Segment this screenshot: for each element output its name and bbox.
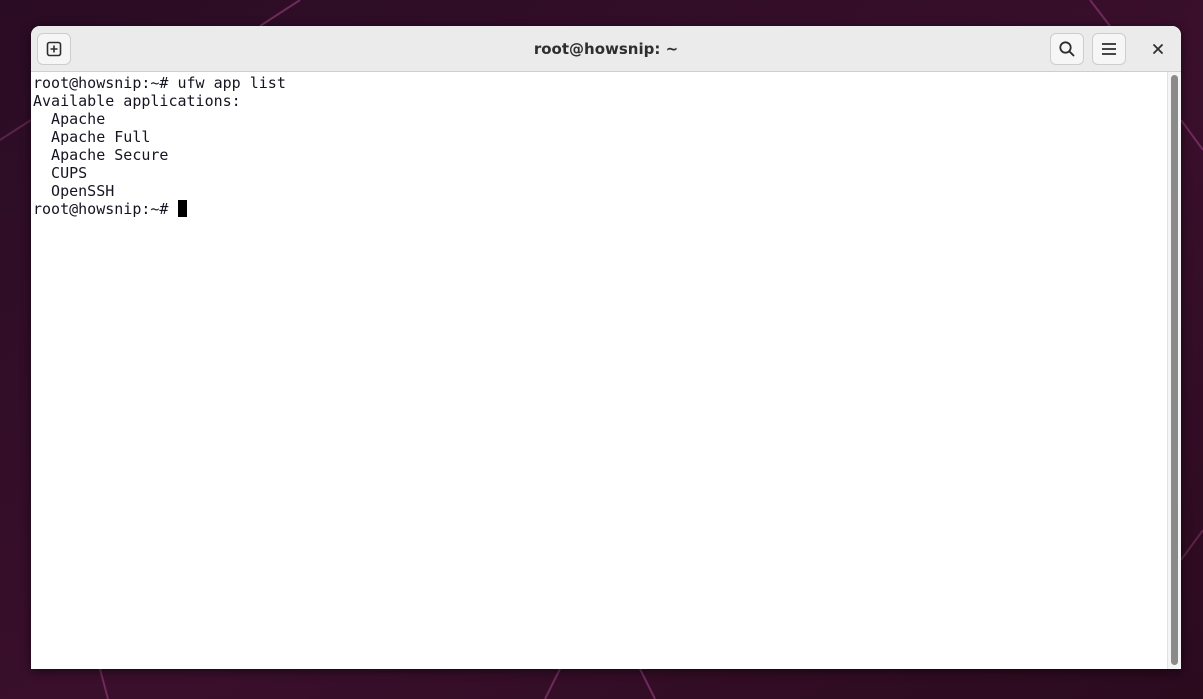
terminal-line: Apache: [33, 110, 106, 128]
scrollbar-thumb[interactable]: [1171, 75, 1178, 665]
terminal-prompt: root@howsnip:~#: [33, 200, 178, 218]
close-icon: [1152, 40, 1164, 59]
search-button[interactable]: [1050, 33, 1084, 65]
window-title: root@howsnip: ~: [533, 40, 679, 58]
header-bar: root@howsnip: ~: [31, 26, 1181, 72]
hamburger-menu-icon: [1101, 42, 1117, 56]
terminal-prompt-line[interactable]: root@howsnip:~#: [33, 200, 1167, 218]
search-icon: [1058, 40, 1076, 58]
close-button[interactable]: [1142, 33, 1174, 65]
main-menu-button[interactable]: [1092, 33, 1126, 65]
text-cursor: [177, 200, 187, 217]
terminal-line: Apache Secure: [33, 146, 169, 164]
terminal-window: root@howsnip: ~ root@howsnip:~# ufw app …: [31, 26, 1181, 669]
new-tab-button[interactable]: [37, 33, 71, 65]
terminal-line: root@howsnip:~# ufw app list: [33, 74, 286, 92]
vertical-scrollbar[interactable]: [1167, 72, 1181, 669]
terminal-line: Apache Full: [33, 128, 151, 146]
terminal-line: Available applications:: [33, 92, 241, 110]
terminal-output[interactable]: root@howsnip:~# ufw app list Available a…: [31, 72, 1167, 669]
terminal-line: OpenSSH: [33, 182, 115, 200]
terminal-line: CUPS: [33, 164, 88, 182]
new-tab-icon: [46, 41, 62, 57]
